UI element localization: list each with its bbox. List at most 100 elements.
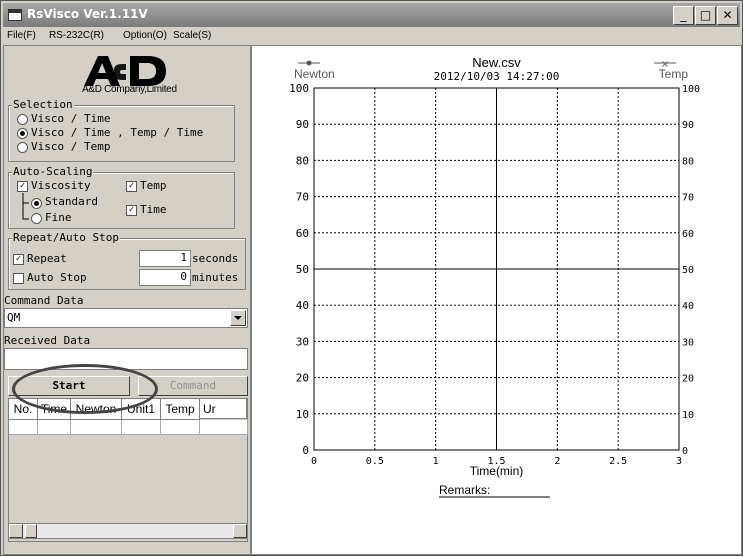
command-data-label: Command Data — [4, 294, 84, 307]
y-tick-label-right: 80 — [682, 156, 694, 167]
radio-visco-temp[interactable] — [17, 142, 28, 153]
auto-stop-checkbox[interactable] — [13, 273, 24, 284]
auto-scaling-group: Auto-Scaling ✓ Viscosity ✓ Temp Standard… — [8, 165, 235, 229]
data-table[interactable]: No. Time Newton Unit1 Temp Ur — [8, 398, 248, 542]
scroll-right-arrow-icon[interactable] — [233, 524, 247, 538]
chevron-down-icon[interactable] — [230, 310, 246, 326]
y-tick-label-left: 80 — [296, 154, 309, 167]
start-button[interactable]: Start — [8, 376, 130, 396]
table-cell[interactable] — [71, 420, 122, 435]
col-unit1[interactable]: Unit1 — [122, 399, 161, 420]
menu-bar: File(F) RS-232C(R) Option(O) Scale(S) — [3, 28, 740, 45]
y-tick-label-left: 10 — [296, 408, 309, 421]
client-area: A&D Company,Limited Selection Visco / Ti… — [3, 45, 742, 555]
remarks-label: Remarks: — [439, 483, 490, 497]
table-cell[interactable] — [9, 420, 38, 435]
repeat-checkbox[interactable]: ✓ — [13, 254, 24, 265]
x-tick-label: 2 — [554, 456, 560, 467]
control-panel: A&D Company,Limited Selection Visco / Ti… — [4, 46, 252, 554]
menu-option[interactable]: Option(O) — [123, 30, 167, 41]
command-data-select[interactable]: QM — [4, 308, 248, 328]
menu-rs232c[interactable]: RS-232C(R) — [49, 30, 104, 41]
scroll-thumb[interactable] — [25, 524, 37, 538]
y-tick-label-right: 10 — [682, 410, 694, 421]
app-icon — [8, 9, 22, 21]
command-button[interactable]: Command — [138, 376, 248, 396]
auto-stop-label: Auto Stop — [27, 271, 87, 284]
x-tick-label: 3 — [676, 456, 682, 467]
y-tick-label-left: 100 — [289, 82, 309, 95]
y-tick-label-right: 70 — [682, 193, 694, 204]
col-no[interactable]: No. — [9, 399, 38, 420]
minimize-button[interactable]: _ — [673, 6, 694, 25]
radio-visco-temp-label: Visco / Temp — [31, 140, 111, 153]
title-bar[interactable]: RsVisco Ver.1.11V _ □ ✕ — [3, 3, 740, 27]
radio-visco-time-label: Visco / Time — [31, 112, 111, 125]
chart-title: New.csv — [472, 55, 521, 70]
table-cell[interactable] — [38, 420, 71, 435]
table-hscrollbar[interactable] — [8, 523, 248, 539]
viscosity-checkbox[interactable]: ✓ — [17, 181, 28, 192]
temp-label: Temp — [140, 179, 167, 192]
y-tick-label-left: 30 — [296, 335, 309, 348]
x-tick-label: 2.5 — [609, 456, 627, 467]
col-time[interactable]: Time — [38, 399, 71, 420]
repeat-group: Repeat/Auto Stop ✓ Repeat 1 seconds Auto… — [8, 231, 246, 290]
radio-standard[interactable] — [31, 198, 42, 209]
chart: 0 010 1020 2030 3040 4050 5060 6070 7080 8090 9010… — [289, 55, 700, 498]
col-temp[interactable]: Temp — [161, 399, 200, 420]
minutes-label: minutes — [192, 271, 239, 284]
x-tick-label: 0.5 — [366, 456, 384, 467]
y-tick-label-left: 20 — [296, 372, 309, 385]
y-tick-label-right: 90 — [682, 120, 694, 131]
close-button[interactable]: ✕ — [717, 6, 738, 25]
time-label: Time — [140, 203, 167, 216]
col-unit2[interactable]: Ur — [200, 399, 247, 419]
time-checkbox[interactable]: ✓ — [126, 205, 137, 216]
app-window: RsVisco Ver.1.11V _ □ ✕ File(F) RS-232C(… — [0, 0, 743, 556]
repeat-label: Repeat — [27, 252, 67, 265]
y-tick-label-left: 70 — [296, 191, 309, 204]
y-tick-label-left: 60 — [296, 227, 309, 240]
y-tick-label-right: 0 — [682, 446, 688, 457]
col-newton[interactable]: Newton — [71, 399, 122, 420]
selection-title: Selection — [12, 98, 74, 111]
chart-timestamp: 2012/10/03 14:27:00 — [434, 70, 560, 83]
company-name: A&D Company,Limited — [82, 84, 177, 95]
seconds-label: seconds — [192, 252, 239, 265]
right-axis-label: Temp — [659, 67, 689, 81]
table-cell[interactable] — [200, 420, 248, 435]
menu-scale[interactable]: Scale(S) — [173, 30, 211, 41]
x-axis-label: Time(min) — [470, 464, 524, 478]
left-axis-label: Newton — [294, 67, 335, 81]
repeat-title: Repeat/Auto Stop — [12, 231, 120, 244]
command-data-value: QM — [7, 311, 21, 324]
x-tick-label: 0 — [311, 456, 317, 467]
y-tick-label-right: 30 — [682, 337, 694, 348]
received-data-label: Received Data — [4, 334, 91, 347]
table-cell[interactable] — [161, 420, 200, 435]
radio-visco-time-temp[interactable] — [17, 128, 28, 139]
y-tick-label-right: 40 — [682, 301, 694, 312]
maximize-button[interactable]: □ — [695, 6, 716, 25]
auto-stop-minutes-input[interactable]: 0 — [139, 269, 191, 286]
menu-file[interactable]: File(F) — [7, 30, 36, 41]
table-cell[interactable] — [122, 420, 161, 435]
y-tick-label-right: 50 — [682, 265, 694, 276]
y-tick-label-left: 90 — [296, 118, 309, 131]
standard-label: Standard — [45, 195, 98, 208]
window-title: RsVisco Ver.1.11V — [27, 7, 148, 21]
scroll-left-arrow-icon[interactable] — [9, 524, 23, 538]
temp-checkbox[interactable]: ✓ — [126, 181, 137, 192]
radio-fine[interactable] — [31, 213, 42, 224]
y-tick-label-right: 100 — [682, 84, 700, 95]
viscosity-label: Viscosity — [31, 179, 91, 192]
received-data-field[interactable] — [4, 348, 248, 370]
radio-visco-time[interactable] — [17, 114, 28, 125]
repeat-seconds-input[interactable]: 1 — [139, 250, 191, 267]
y-tick-label-left: 40 — [296, 299, 309, 312]
y-tick-label-left: 0 — [302, 444, 309, 457]
y-tick-label-left: 50 — [296, 263, 309, 276]
x-tick-label: 1 — [433, 456, 439, 467]
fine-label: Fine — [45, 211, 72, 224]
